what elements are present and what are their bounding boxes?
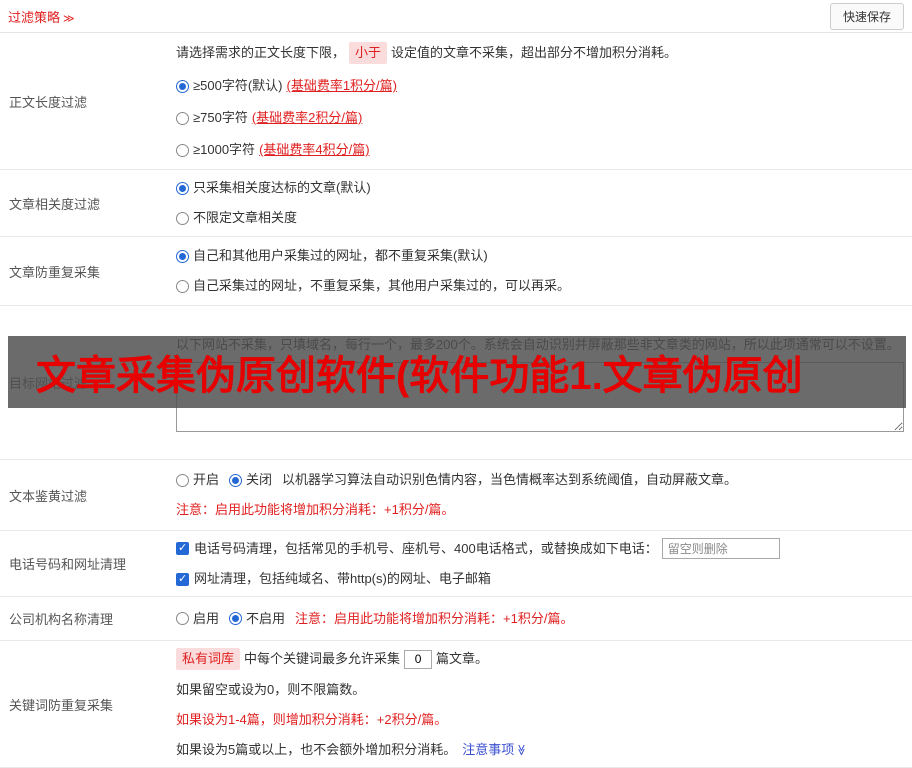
keyword-note-five: 如果设为5篇或以上，也不会额外增加积分消耗。 (176, 742, 457, 757)
radio-icon[interactable] (229, 473, 243, 487)
porn-options-line: 开启 关闭 以机器学习算法自动识别色情内容，当色情概率达到系统阈值，自动屏蔽文章… (176, 470, 904, 490)
phone-cleanup-option[interactable]: 电话号码清理，包括常见的手机号、座机号、400电话格式，或替换成如下电话： (176, 538, 904, 559)
row-content-relevance: 只采集相关度达标的文章(默认) 不限定文章相关度 (170, 170, 912, 236)
length-intro: 请选择需求的正文长度下限， 小于 设定值的文章不采集，超出部分不增加积分消耗。 (176, 42, 904, 64)
keyword-note-five-line: 如果设为5篇或以上，也不会额外增加积分消耗。 注意事项 ≫ (176, 740, 904, 760)
row-phone-url-cleanup: 电话号码和网址清理 电话号码清理，包括常见的手机号、座机号、400电话格式，或替… (0, 531, 912, 597)
radio-icon[interactable] (229, 612, 243, 625)
company-options-line: 启用 不启用 注意：启用此功能将增加积分消耗：+1积分/篇。 (176, 609, 904, 629)
porn-description: 以机器学习算法自动识别色情内容，当色情概率达到系统阈值，自动屏蔽文章。 (282, 472, 738, 487)
porn-option-off[interactable]: 关闭 (229, 470, 272, 490)
row-content-phone: 电话号码清理，包括常见的手机号、座机号、400电话格式，或替换成如下电话： 网址… (170, 531, 912, 596)
option-label: 只采集相关度达标的文章(默认) (193, 180, 371, 195)
radio-icon[interactable] (176, 211, 189, 225)
chevron-down-icon[interactable]: ≫ (511, 744, 531, 756)
quick-save-button[interactable]: 快速保存 (829, 2, 904, 30)
radio-icon[interactable] (176, 473, 189, 487)
keyword-limit-suffix: 篇文章。 (436, 651, 489, 666)
radio-icon[interactable] (176, 111, 189, 125)
row-company-name-cleanup: 公司机构名称清理 启用 不启用 注意：启用此功能将增加积分消耗：+1积分/篇。 (0, 597, 912, 641)
row-label-keyword: 关键词防重复采集 (9, 697, 114, 713)
row-content-length: 请选择需求的正文长度下限， 小于 设定值的文章不采集，超出部分不增加积分消耗。 … (170, 33, 912, 169)
keyword-limit-line: 私有词库 中每个关键词最多允许采集 篇文章。 (176, 648, 904, 670)
option-label: ≥1000字符 (193, 142, 256, 157)
option-label: 关闭 (246, 472, 273, 487)
radio-icon[interactable] (176, 181, 189, 195)
radio-icon[interactable] (176, 279, 189, 293)
length-option-500[interactable]: ≥500字符(默认) (基础费率1积分/篇) (176, 76, 904, 96)
checkbox-icon[interactable] (176, 542, 189, 555)
porn-option-on[interactable]: 开启 (176, 470, 219, 490)
radio-icon[interactable] (176, 79, 189, 93)
row-label-length: 正文长度过滤 (9, 94, 88, 110)
fee-note: (基础费率4积分/篇) (259, 142, 370, 157)
relevance-option-strict[interactable]: 只采集相关度达标的文章(默认) (176, 178, 904, 198)
page-title[interactable]: 过滤策略 ≫ (8, 7, 75, 26)
length-option-1000[interactable]: ≥1000字符 (基础费率4积分/篇) (176, 140, 904, 160)
length-intro-before: 请选择需求的正文长度下限， (176, 45, 346, 60)
row-label-phone: 电话号码和网址清理 (9, 557, 127, 572)
row-content-keyword: 私有词库 中每个关键词最多允许采集 篇文章。 如果留空或设为0，则不限篇数。 如… (170, 641, 912, 767)
length-option-750[interactable]: ≥750字符 (基础费率2积分/篇) (176, 108, 904, 128)
row-content-porn: 开启 关闭 以机器学习算法自动识别色情内容，当色情概率达到系统阈值，自动屏蔽文章… (170, 460, 912, 530)
length-intro-after: 设定值的文章不采集，超出部分不增加积分消耗。 (391, 45, 678, 60)
dedup-option-global[interactable]: 自己和其他用户采集过的网址，都不重复采集(默认) (176, 246, 904, 266)
row-dedup-filter: 文章防重复采集 自己和其他用户采集过的网址，都不重复采集(默认) 自己采集过的网… (0, 237, 912, 306)
keyword-note-zero: 如果留空或设为0，则不限篇数。 (176, 682, 366, 697)
row-relevance-filter: 文章相关度过滤 只采集相关度达标的文章(默认) 不限定文章相关度 (0, 170, 912, 237)
option-label: ≥750字符 (193, 110, 248, 125)
option-label: 网址清理，包括纯域名、带http(s)的网址、电子邮箱 (194, 571, 491, 586)
company-cost-note: 注意：启用此功能将增加积分消耗：+1积分/篇。 (295, 610, 574, 626)
option-label: 自己采集过的网址，不重复采集，其他用户采集过的，可以再采。 (193, 278, 571, 293)
keyword-note-cost: 如果设为1-4篇，则增加积分消耗：+2积分/篇。 (176, 712, 448, 727)
company-option-off[interactable]: 不启用 (229, 609, 285, 629)
fee-note: (基础费率2积分/篇) (251, 110, 363, 125)
option-label: 不启用 (246, 610, 286, 626)
option-label: 自己和其他用户采集过的网址，都不重复采集(默认) (193, 248, 488, 263)
relevance-option-any[interactable]: 不限定文章相关度 (176, 208, 904, 228)
row-label-company: 公司机构名称清理 (9, 612, 114, 627)
row-content-dedup: 自己和其他用户采集过的网址，都不重复采集(默认) 自己采集过的网址，不重复采集，… (170, 237, 912, 305)
watermark-text: 文章采集伪原创软件(软件功能1.文章伪原创 (36, 354, 803, 398)
row-keyword-dedup: 关键词防重复采集 私有词库 中每个关键词最多允许采集 篇文章。 如果留空或设为0… (0, 641, 912, 768)
option-label: 启用 (193, 610, 220, 626)
watermark-overlay: 文章采集伪原创软件(软件功能1.文章伪原创 (8, 336, 906, 408)
option-label: 电话号码清理，包括常见的手机号、座机号、400电话格式，或替换成如下电话： (194, 540, 658, 556)
radio-icon[interactable] (176, 143, 189, 157)
filter-strategy-page: 过滤策略 ≫ 快速保存 正文长度过滤 请选择需求的正文长度下限， 小于 设定值的文… (0, 0, 912, 768)
dedup-option-self-only[interactable]: 自己采集过的网址，不重复采集，其他用户采集过的，可以再采。 (176, 276, 904, 296)
title-chevron-icon: ≫ (63, 12, 75, 25)
option-label: ≥500字符(默认) (193, 78, 283, 93)
option-label: 开启 (193, 472, 220, 487)
row-length-filter: 正文长度过滤 请选择需求的正文长度下限， 小于 设定值的文章不采集，超出部分不增… (0, 33, 912, 170)
keyword-limit-text: 中每个关键词最多允许采集 (244, 651, 401, 666)
keyword-limit-input[interactable] (404, 649, 433, 669)
replacement-phone-input[interactable] (661, 538, 780, 559)
row-porn-filter: 文本鉴黄过滤 开启 关闭 以机器学习算法自动识别色情内容，当色情概率达到系统阈值… (0, 460, 912, 531)
row-label-porn: 文本鉴黄过滤 (9, 488, 88, 504)
row-label-relevance: 文章相关度过滤 (9, 196, 101, 212)
top-bar: 过滤策略 ≫ 快速保存 (0, 0, 912, 33)
checkbox-icon[interactable] (176, 572, 189, 586)
url-cleanup-option[interactable]: 网址清理，包括纯域名、带http(s)的网址、电子邮箱 (176, 569, 904, 589)
fee-note: (基础费率1积分/篇) (286, 78, 397, 93)
company-option-on[interactable]: 启用 (176, 609, 219, 629)
page-title-text: 过滤策略 (8, 9, 61, 25)
radio-icon[interactable] (176, 612, 189, 625)
option-label: 不限定文章相关度 (193, 210, 298, 225)
notes-link[interactable]: 注意事项 (462, 740, 514, 760)
row-content-company: 启用 不启用 注意：启用此功能将增加积分消耗：+1积分/篇。 (170, 597, 912, 640)
private-lexicon-highlight: 私有词库 (176, 648, 241, 670)
length-intro-highlight: 小于 (349, 42, 388, 64)
row-label-dedup: 文章防重复采集 (9, 264, 101, 280)
radio-icon[interactable] (176, 249, 189, 263)
porn-cost-note: 注意：启用此功能将增加积分消耗：+1积分/篇。 (176, 502, 455, 517)
